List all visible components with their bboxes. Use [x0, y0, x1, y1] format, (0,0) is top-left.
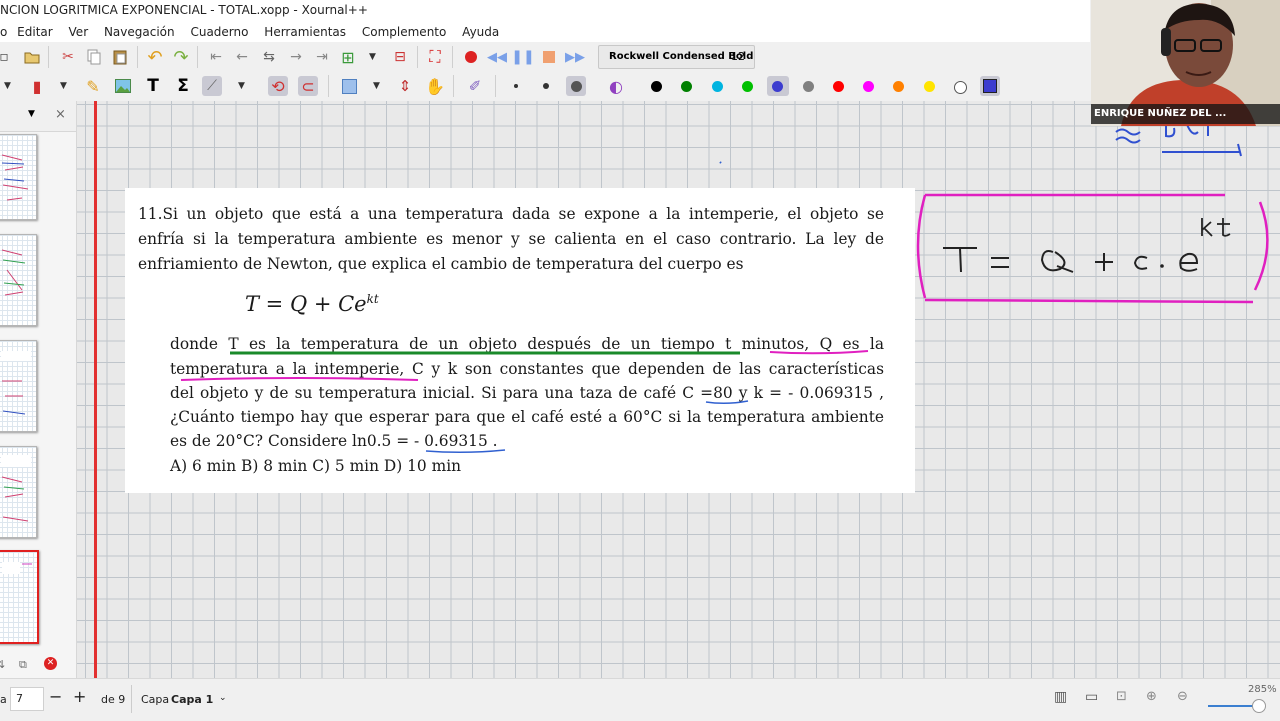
webcam-overlay: ENRIQUE NUÑEZ DEL ... [1091, 0, 1280, 126]
webcam-participant-name: ENRIQUE NUÑEZ DEL ... [1091, 104, 1280, 124]
presentation-icon[interactable]: ▭ [1085, 689, 1098, 705]
zoom-percent: 285% [1248, 684, 1277, 695]
zoom-out-icon[interactable]: ⊖ [1177, 689, 1188, 704]
page-number-input[interactable]: 7 [10, 687, 44, 711]
layer-dropdown-icon[interactable]: ⌄ [219, 693, 227, 703]
zoom-fit-icon[interactable]: ⊡ [1116, 689, 1127, 704]
page-decrement-button[interactable]: − [49, 687, 62, 706]
dual-page-icon[interactable]: ▥ [1054, 689, 1067, 705]
page-label: a [0, 693, 7, 706]
layer-selector[interactable]: Capa 1 [171, 693, 213, 706]
handwritten-formula [916, 193, 1269, 304]
status-bar: a 7 − + de 9 Capa Capa 1 ⌄ ▥ ▭ ⊡ ⊕ ⊖ 285… [0, 678, 1280, 721]
zoom-in-icon[interactable]: ⊕ [1146, 689, 1157, 704]
annotation-strokes [180, 161, 869, 454]
zoom-slider-handle[interactable] [1252, 699, 1266, 713]
page-increment-button[interactable]: + [73, 687, 86, 706]
page-number-value: 7 [16, 692, 23, 705]
layer-label: Capa [141, 693, 170, 706]
page-total: de 9 [101, 693, 126, 706]
